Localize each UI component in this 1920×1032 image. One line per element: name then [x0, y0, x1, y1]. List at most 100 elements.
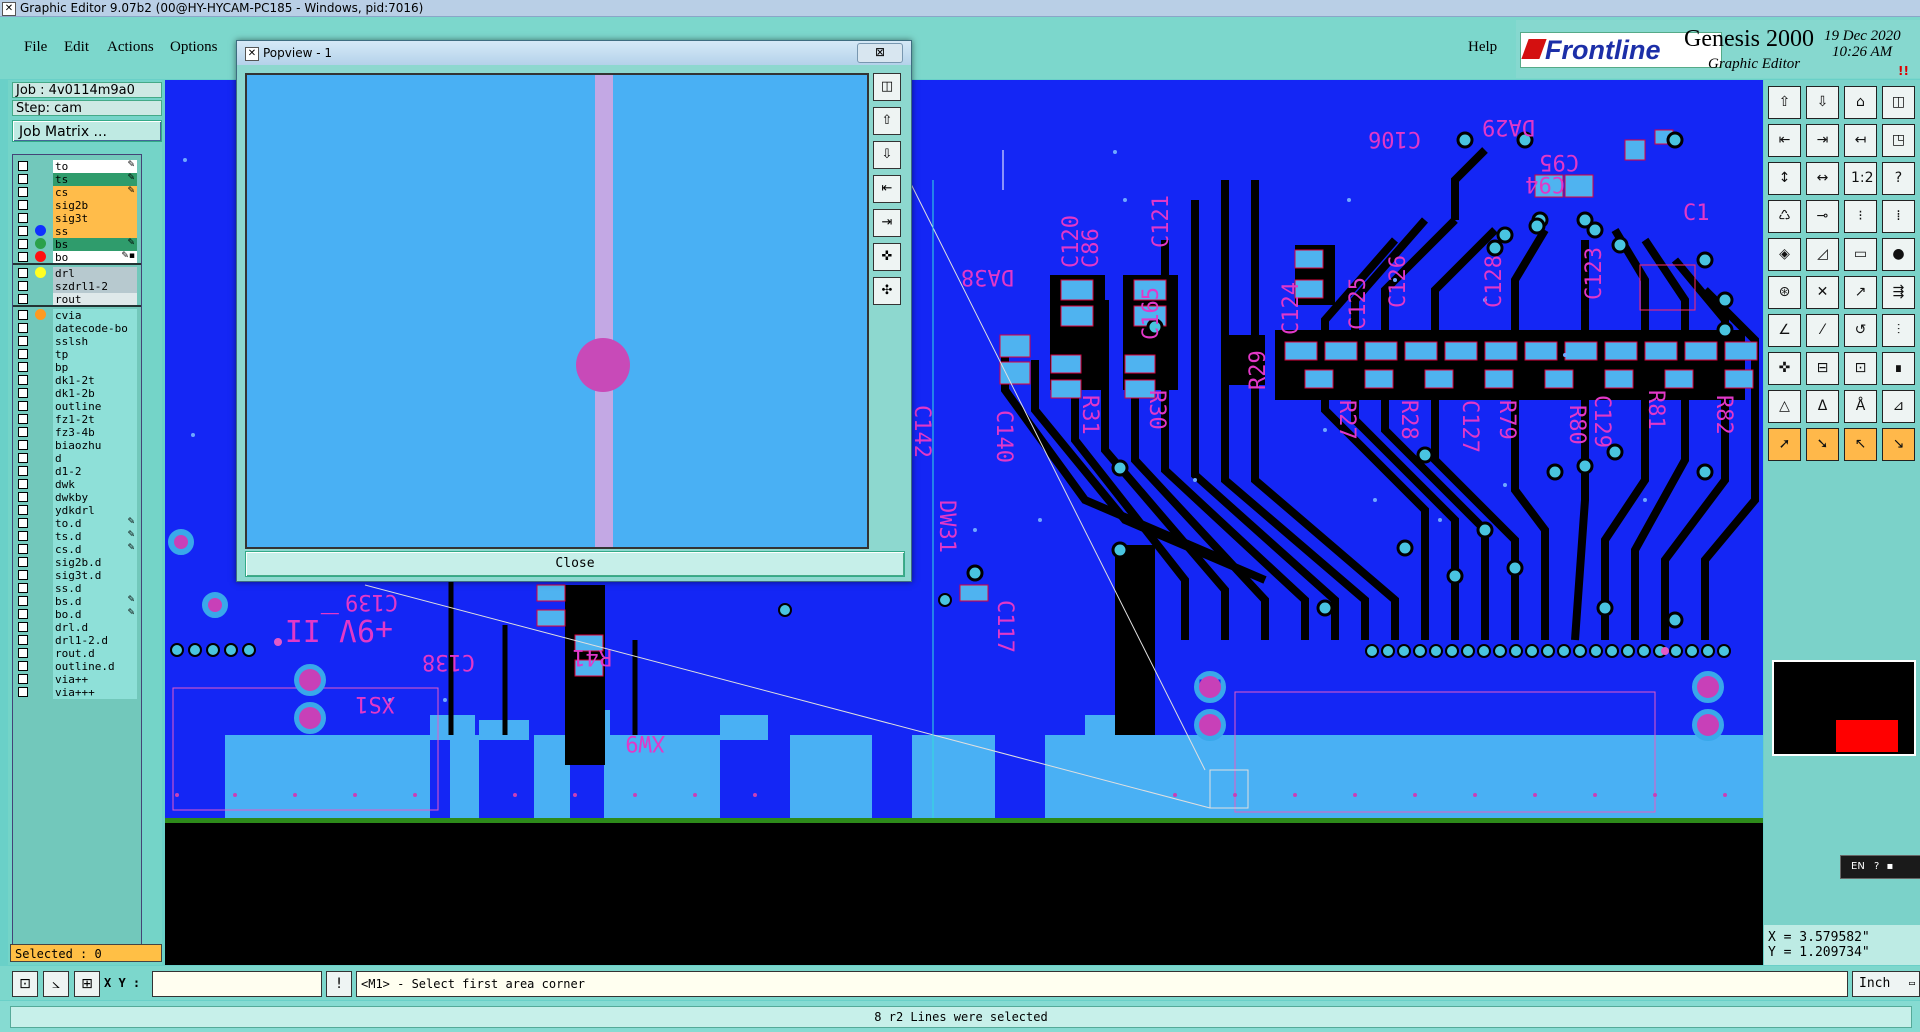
select-feature-icon[interactable]: ◈ — [1768, 238, 1801, 271]
layer-checkbox[interactable] — [18, 200, 28, 210]
units-toggle-icon[interactable]: ▭ — [1909, 972, 1915, 996]
layer-checkbox[interactable] — [18, 557, 28, 567]
cross-icon[interactable]: ✕ — [1806, 276, 1839, 309]
layer-row-dk1-2b[interactable]: dk1-2b — [13, 386, 141, 400]
layer-checkbox[interactable] — [18, 531, 28, 541]
layer-checkbox[interactable] — [18, 388, 28, 398]
help-icon[interactable]: ? — [1874, 861, 1879, 872]
popview-close-button[interactable]: Close — [245, 551, 905, 577]
page-down-icon[interactable]: ⇩ — [1806, 86, 1839, 119]
layer-row-bs[interactable]: bs ✎ — [13, 237, 141, 251]
layer-checkbox[interactable] — [18, 687, 28, 697]
layer-row-outline[interactable]: outline — [13, 399, 141, 413]
layer-row-cs[interactable]: cs ✎ — [13, 185, 141, 199]
layer-checkbox[interactable] — [18, 226, 28, 236]
layer-checkbox[interactable] — [18, 583, 28, 593]
layer-checkbox[interactable] — [18, 349, 28, 359]
layer-checkbox[interactable] — [18, 453, 28, 463]
layer-checkbox[interactable] — [18, 648, 28, 658]
layer-checkbox[interactable] — [18, 375, 28, 385]
layer-row-dk1-2t[interactable]: dk1-2t — [13, 373, 141, 387]
layer-checkbox[interactable] — [18, 174, 28, 184]
angle-icon[interactable]: ∠ — [1768, 314, 1801, 347]
measure-icon[interactable]: ⦣ — [43, 971, 69, 997]
layer-checkbox[interactable] — [18, 323, 28, 333]
layer-row-ss[interactable]: ss — [13, 224, 141, 238]
layer-checkbox[interactable] — [18, 187, 28, 197]
fill-icon[interactable]: ∎ — [1882, 352, 1915, 385]
layer-row-cs-d[interactable]: cs.d ✎ — [13, 542, 141, 556]
layer-row-d1-2[interactable]: d1-2 — [13, 464, 141, 478]
undo-view-icon[interactable]: ↤ — [1844, 124, 1877, 157]
layer-row-bp[interactable]: bp — [13, 360, 141, 374]
layer-row-via-[interactable]: via++ — [13, 672, 141, 686]
app-icon[interactable]: ✕ — [2, 2, 16, 16]
layer-checkbox[interactable] — [18, 281, 28, 291]
delta-icon[interactable]: Δ — [1806, 390, 1839, 423]
layer-row-sig2b-d[interactable]: sig2b.d — [13, 555, 141, 569]
popview-viewport[interactable] — [245, 73, 869, 549]
layer-row-dwkby[interactable]: dwkby — [13, 490, 141, 504]
fit-vert-icon[interactable]: ↕ — [1768, 162, 1801, 195]
resize-icon[interactable]: Å — [1844, 390, 1877, 423]
layer-checkbox[interactable] — [18, 239, 28, 249]
rotate-icon[interactable]: ↺ — [1844, 314, 1877, 347]
layer-checkbox[interactable] — [18, 252, 28, 262]
scale-icon[interactable]: 1:2 — [1844, 162, 1877, 195]
units-selector[interactable]: Inch ▭ — [1852, 971, 1920, 997]
select-arrow-icon[interactable]: ➚ — [1768, 428, 1801, 461]
layer-checkbox[interactable] — [18, 466, 28, 476]
popview-dialog[interactable]: ✕ Popview - 1 ⊠ ◫ ⇧ ⇩ ⇤ ⇥ ✜ ✣ Close — [236, 40, 912, 582]
layer-color-dot[interactable] — [35, 251, 46, 262]
slash-icon[interactable]: ⁄ — [1806, 314, 1839, 347]
layer-row-ts-d[interactable]: ts.d ✎ — [13, 529, 141, 543]
layer-checkbox[interactable] — [18, 635, 28, 645]
layer-row-ts[interactable]: ts ✎ — [13, 172, 141, 186]
layer-row-rout-d[interactable]: rout.d — [13, 646, 141, 660]
menu-edit[interactable]: Edit — [64, 39, 89, 56]
layer-checkbox[interactable] — [18, 401, 28, 411]
layer-checkbox[interactable] — [18, 362, 28, 372]
cursor-pick-icon[interactable]: ↘ — [1882, 428, 1915, 461]
popview-close-icon[interactable]: ⊠ — [857, 43, 903, 63]
pad-icon[interactable]: ● — [1882, 238, 1915, 271]
layer-checkbox[interactable] — [18, 492, 28, 502]
layer-checkbox[interactable] — [18, 505, 28, 515]
view-icon[interactable]: ◫ — [1882, 86, 1915, 119]
layer-checkbox[interactable] — [18, 268, 28, 278]
copy-icon[interactable]: ⊡ — [1844, 352, 1877, 385]
overview-map[interactable] — [1772, 660, 1916, 756]
job-matrix-button[interactable]: Job Matrix ... — [12, 120, 162, 142]
layer-checkbox[interactable] — [18, 674, 28, 684]
home-icon[interactable]: ⌂ — [1844, 86, 1877, 119]
layer-checkbox[interactable] — [18, 213, 28, 223]
layer-row-via-[interactable]: via+++ — [13, 685, 141, 699]
probe-icon[interactable]: ⊸ — [1806, 200, 1839, 233]
layer-row-datecode-bo[interactable]: datecode-bo — [13, 321, 141, 335]
layer-checkbox[interactable] — [18, 427, 28, 437]
arc-icon[interactable]: ↗ — [1844, 276, 1877, 309]
multi-icon[interactable]: ⇶ — [1882, 276, 1915, 309]
layer-checkbox[interactable] — [18, 294, 28, 304]
help-icon[interactable]: ? — [1882, 162, 1915, 195]
stack-icon[interactable]: ⫶ — [1882, 314, 1915, 347]
layer-checkbox[interactable] — [18, 479, 28, 489]
snap-icon[interactable]: ⊡ — [12, 971, 38, 997]
popview-graphics[interactable] — [247, 75, 867, 547]
layer-row-outline-d[interactable]: outline.d — [13, 659, 141, 673]
layer-row-ss-d[interactable]: ss.d — [13, 581, 141, 595]
layer-row-sig3t-d[interactable]: sig3t.d — [13, 568, 141, 582]
corner-icon[interactable]: ⊿ — [1882, 390, 1915, 423]
alert-indicator[interactable]: !! — [1898, 64, 1909, 78]
layer-checkbox[interactable] — [18, 336, 28, 346]
sketch-icon[interactable]: ◿ — [1806, 238, 1839, 271]
layer-row-to-d[interactable]: to.d ✎ — [13, 516, 141, 530]
popview-left-icon[interactable]: ⇤ — [873, 175, 901, 203]
layer-row-rout[interactable]: rout — [13, 292, 141, 306]
options-icon[interactable]: ▪ — [1887, 861, 1894, 872]
grid-icon[interactable]: ⊞ — [74, 971, 100, 997]
prev-icon[interactable]: ⇤ — [1768, 124, 1801, 157]
snap-icon[interactable]: ⊛ — [1768, 276, 1801, 309]
popview-title-bar[interactable]: ✕ Popview - 1 ⊠ — [237, 41, 911, 65]
layer-row-sig3t[interactable]: sig3t — [13, 211, 141, 225]
